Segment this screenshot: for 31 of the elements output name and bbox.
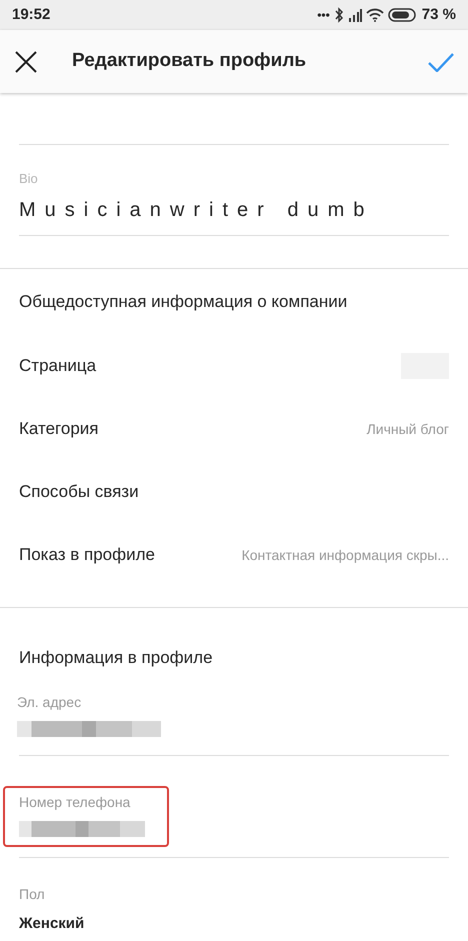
signal-icon [348, 8, 362, 22]
checkmark-icon [428, 52, 454, 72]
close-icon [14, 50, 38, 74]
screen-title: Редактировать профиль [72, 49, 308, 74]
row-label: Страница [19, 355, 96, 378]
gender-value[interactable]: Женский [19, 912, 449, 935]
row-label: Категория [19, 418, 98, 440]
row-value: Контактная информация скры... [242, 546, 449, 565]
field-label: Пол [19, 884, 46, 904]
bio-text: Musicianwriter dumb [19, 198, 374, 220]
battery-icon [388, 8, 418, 22]
row-label: Способы связи [19, 481, 139, 504]
row-value: Личный блог [366, 420, 449, 438]
bio-field[interactable]: Musicianwriter dumb [19, 188, 449, 236]
settings-row[interactable]: Показ в профиле Контактная информация скры... [19, 524, 449, 586]
section-title: Информация в профиле [19, 646, 214, 668]
save-button[interactable] [428, 52, 454, 72]
notification-dots: ••• [317, 7, 330, 24]
bluetooth-icon [334, 7, 344, 23]
field-label: Номер телефона [19, 792, 132, 812]
field-label: Bio [19, 170, 39, 188]
battery-percent: 73 % [422, 4, 456, 25]
field-label: Эл. адрес [17, 692, 82, 712]
settings-row[interactable]: Категория Личный блог [19, 398, 449, 460]
status-time: 19:52 [12, 4, 50, 25]
settings-row[interactable]: Способы связи [19, 460, 449, 524]
section-title: Общедоступная информация о компании [19, 290, 348, 313]
close-button[interactable] [14, 50, 38, 74]
settings-row[interactable]: Страница [19, 334, 449, 398]
row-label: Показ в профиле [19, 544, 155, 566]
wifi-icon [366, 8, 384, 22]
